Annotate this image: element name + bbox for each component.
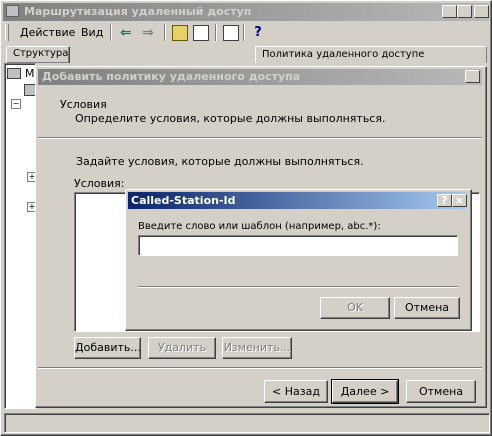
pattern-input[interactable]: [138, 235, 458, 256]
computer-icon: [7, 68, 21, 79]
attr-dialog-title-bar[interactable]: Called-Station-Id ? ×: [128, 192, 467, 209]
policy-dialog-title-bar[interactable]: Добавить политику удаленного доступа ×: [38, 69, 482, 85]
back-button[interactable]: < Назад: [264, 380, 328, 403]
tree-pane[interactable]: М − + +: [4, 63, 37, 409]
tab-structure[interactable]: Структура: [6, 46, 70, 63]
main-title: Маршрутизация удаленный доступ: [24, 5, 252, 18]
conditions-label: Условия:: [74, 177, 125, 190]
up-folder-icon[interactable]: [172, 25, 188, 41]
policy-dialog-title: Добавить политику удаленного доступа: [42, 70, 301, 83]
ok-button[interactable]: OK: [320, 297, 390, 319]
maximize-icon[interactable]: □: [457, 5, 472, 18]
called-station-id-dialog: Called-Station-Id ? × Введите слово или …: [125, 189, 472, 331]
attr-dialog-title: Called-Station-Id: [131, 194, 236, 207]
toolbar: Действие Вид ⇐ ⇒ ?: [3, 22, 489, 44]
menu-view[interactable]: Вид: [81, 26, 103, 39]
close-icon[interactable]: ×: [452, 194, 467, 207]
toolbar-divider-3: [215, 24, 217, 41]
export-list-icon[interactable]: [223, 25, 239, 41]
instructions-text: Задайте условия, которые должны выполнят…: [76, 155, 364, 168]
add-condition-button[interactable]: Добавить...: [74, 337, 141, 359]
help-icon[interactable]: ?: [250, 25, 266, 41]
minimize-icon[interactable]: _: [442, 5, 457, 18]
attr-cancel-button[interactable]: Отмена: [394, 297, 460, 319]
footer-separator: [38, 367, 482, 369]
attr-dialog-separator: [138, 286, 458, 288]
status-bar: [4, 413, 490, 433]
expand-icon[interactable]: −: [11, 99, 21, 109]
column-header[interactable]: Политика удаленного доступе: [255, 46, 487, 63]
remove-condition-button[interactable]: Удалить: [148, 337, 216, 359]
show-tree-icon[interactable]: [193, 25, 209, 41]
edit-condition-button[interactable]: Изменить...: [222, 337, 292, 359]
wizard-header: Условия Определите условия, которые долж…: [38, 86, 482, 136]
attr-prompt: Введите слово или шаблон (например, abc.…: [138, 221, 381, 232]
app-icon: [6, 5, 19, 17]
tree-item-label: М: [25, 67, 35, 80]
section-description: Определите условия, которые должны выпол…: [75, 112, 386, 125]
menu-action[interactable]: Действие: [20, 26, 75, 39]
column-header-label: Политика удаленного доступе: [262, 49, 425, 60]
help-icon[interactable]: ?: [437, 194, 452, 207]
toolbar-divider-4: [243, 24, 245, 41]
next-button[interactable]: Далее >: [331, 379, 399, 404]
toolbar-divider: [110, 24, 112, 41]
section-title: Условия: [60, 98, 107, 111]
main-title-bar[interactable]: Маршрутизация удаленный доступ _ □ ×: [3, 3, 489, 21]
header-separator: [38, 137, 482, 139]
policy-dialog-close-icon[interactable]: ×: [465, 70, 480, 83]
toolbar-divider-2: [164, 24, 166, 41]
tab-structure-label: Структура: [13, 48, 69, 59]
close-icon[interactable]: ×: [474, 5, 489, 18]
wizard-cancel-button[interactable]: Отмена: [406, 380, 476, 403]
toolbar-grip: [5, 24, 9, 41]
back-arrow-icon[interactable]: ⇐: [120, 25, 136, 41]
forward-arrow-icon[interactable]: ⇒: [142, 25, 158, 41]
